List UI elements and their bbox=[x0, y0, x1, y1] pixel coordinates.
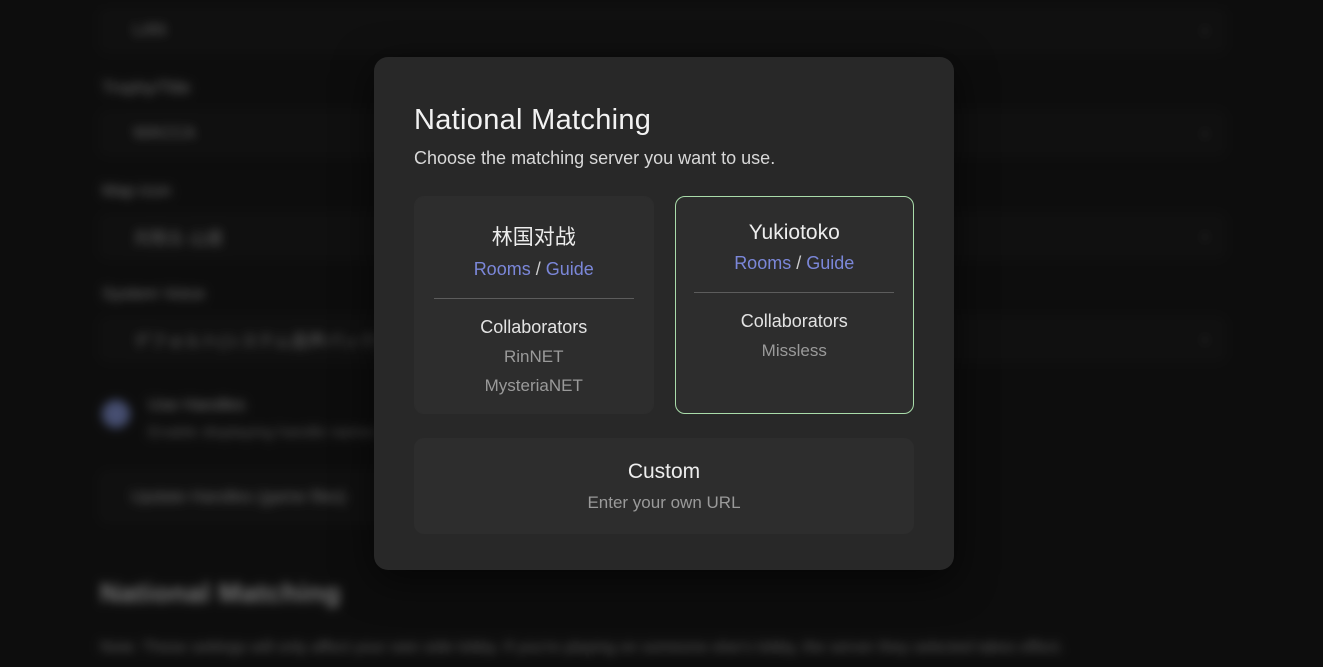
use-handles-checkbox[interactable] bbox=[102, 400, 130, 428]
server-options: 林国对战 Rooms / Guide Collaborators RinNET … bbox=[414, 196, 914, 414]
system-voice-value: デフォルト(システム音声パック) bbox=[133, 327, 382, 352]
use-handles-label: Use Handles bbox=[148, 395, 378, 415]
national-matching-section-heading: National Matching bbox=[100, 578, 1225, 609]
guide-link[interactable]: Guide bbox=[546, 259, 594, 279]
collaborator-name: RinNET bbox=[427, 347, 641, 367]
card-divider bbox=[694, 292, 894, 293]
collaborators-label: Collaborators bbox=[427, 317, 641, 338]
use-handles-description: Enable displaying handle names bbox=[148, 424, 378, 442]
server-card-yukiotoko[interactable]: Yukiotoko Rooms / Guide Collaborators Mi… bbox=[675, 196, 915, 414]
custom-card-subtitle: Enter your own URL bbox=[587, 493, 740, 513]
server-name: Yukiotoko bbox=[688, 221, 902, 245]
custom-server-card[interactable]: Custom Enter your own URL bbox=[414, 438, 914, 534]
rooms-link[interactable]: Rooms bbox=[734, 253, 791, 273]
chevron-right-icon: › bbox=[1202, 329, 1208, 350]
card-divider bbox=[434, 298, 634, 299]
map-icon-value: 天翔る 山道 bbox=[133, 224, 223, 249]
server-card-linguo[interactable]: 林国对战 Rooms / Guide Collaborators RinNET … bbox=[414, 196, 654, 414]
national-matching-modal: National Matching Choose the matching se… bbox=[374, 57, 954, 570]
trophy-title-value: WACCA bbox=[133, 123, 196, 143]
collaborator-name: MysteriaNET bbox=[427, 376, 641, 396]
link-separator: / bbox=[796, 253, 801, 273]
collaborators-label: Collaborators bbox=[688, 311, 902, 332]
modal-title: National Matching bbox=[414, 104, 914, 137]
modal-subtitle: Choose the matching server you want to u… bbox=[414, 148, 914, 169]
custom-card-title: Custom bbox=[628, 460, 700, 484]
background-select-top[interactable]: LAN › bbox=[100, 8, 1225, 52]
rooms-link[interactable]: Rooms bbox=[474, 259, 531, 279]
chevron-right-icon: › bbox=[1202, 20, 1208, 41]
background-select-top-value: LAN bbox=[133, 20, 166, 40]
server-name: 林国对战 bbox=[427, 221, 641, 251]
chevron-right-icon: › bbox=[1202, 226, 1208, 247]
collaborator-name: Missless bbox=[688, 341, 902, 361]
chevron-right-icon: › bbox=[1202, 123, 1208, 144]
link-separator: / bbox=[536, 259, 541, 279]
guide-link[interactable]: Guide bbox=[806, 253, 854, 273]
national-matching-note: Note: These settings will only affect yo… bbox=[100, 639, 1225, 657]
